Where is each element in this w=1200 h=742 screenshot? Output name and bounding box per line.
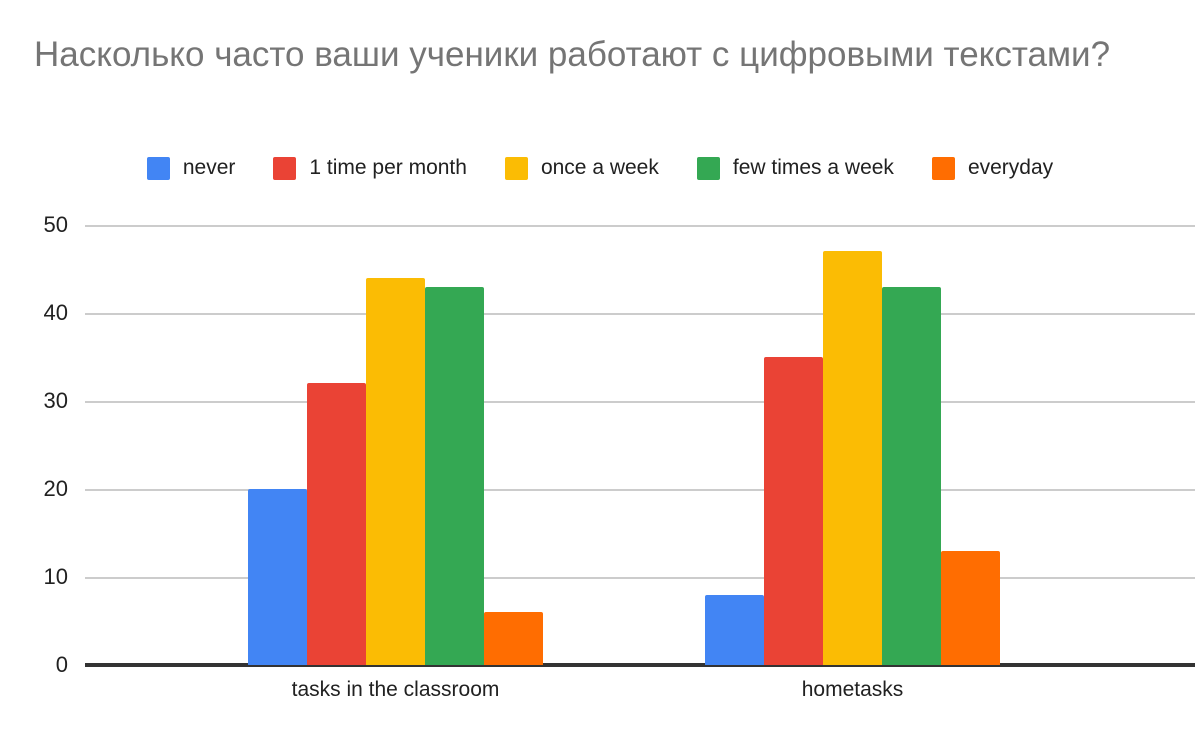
bar-1-time-per-month-tasks-in-the-classroom[interactable]	[307, 383, 366, 665]
y-axis-tick-label: 30	[43, 388, 68, 413]
legend-item-never[interactable]: never	[146, 156, 236, 180]
chart-title: Насколько часто ваши ученики работают с …	[34, 35, 1111, 74]
legend-swatch-icon	[146, 156, 170, 180]
legend-item-few-times-a-week[interactable]: few times a week	[696, 156, 894, 180]
legend-label: few times a week	[732, 156, 894, 179]
bar-chart: Насколько часто ваши ученики работают с …	[0, 0, 1200, 742]
bar-never-hometasks[interactable]	[705, 594, 764, 665]
legend-swatch-icon	[931, 156, 955, 180]
bar-few-times-a-week-hometasks[interactable]	[882, 286, 941, 665]
legend-item-1-time-per-month[interactable]: 1 time per month	[273, 156, 467, 180]
bar-everyday-hometasks[interactable]	[941, 550, 1000, 665]
legend-label: 1 time per month	[309, 156, 467, 179]
bar-never-tasks-in-the-classroom[interactable]	[248, 489, 307, 665]
bar-everyday-tasks-in-the-classroom[interactable]	[484, 612, 543, 665]
y-axis-tick-label: 0	[55, 652, 68, 677]
x-axis-category-label: tasks in the classroom	[291, 678, 500, 701]
legend-item-once-a-week[interactable]: once a week	[504, 156, 659, 180]
legend-item-everyday[interactable]: everyday	[931, 156, 1054, 180]
bar-once-a-week-hometasks[interactable]	[823, 251, 882, 665]
bar-1-time-per-month-hometasks[interactable]	[764, 357, 823, 665]
y-axis-tick-label: 40	[43, 300, 68, 325]
y-axis-tick-label: 20	[43, 476, 68, 501]
y-axis-tick-label: 50	[43, 212, 68, 237]
legend-label: never	[182, 156, 236, 179]
bars-layer	[85, 225, 1195, 665]
legend-swatch-icon	[273, 156, 297, 180]
legend-label: everyday	[967, 156, 1054, 179]
x-axis-category-label: hometasks	[801, 678, 904, 701]
legend-swatch-icon	[696, 156, 720, 180]
y-axis-tick-label: 10	[43, 564, 68, 589]
legend-label: once a week	[540, 156, 659, 179]
bar-few-times-a-week-tasks-in-the-classroom[interactable]	[425, 286, 484, 665]
legend-swatch-icon	[504, 156, 528, 180]
chart-legend: never 1 time per month once a week few time…	[0, 156, 1200, 180]
bar-once-a-week-tasks-in-the-classroom[interactable]	[366, 277, 425, 665]
